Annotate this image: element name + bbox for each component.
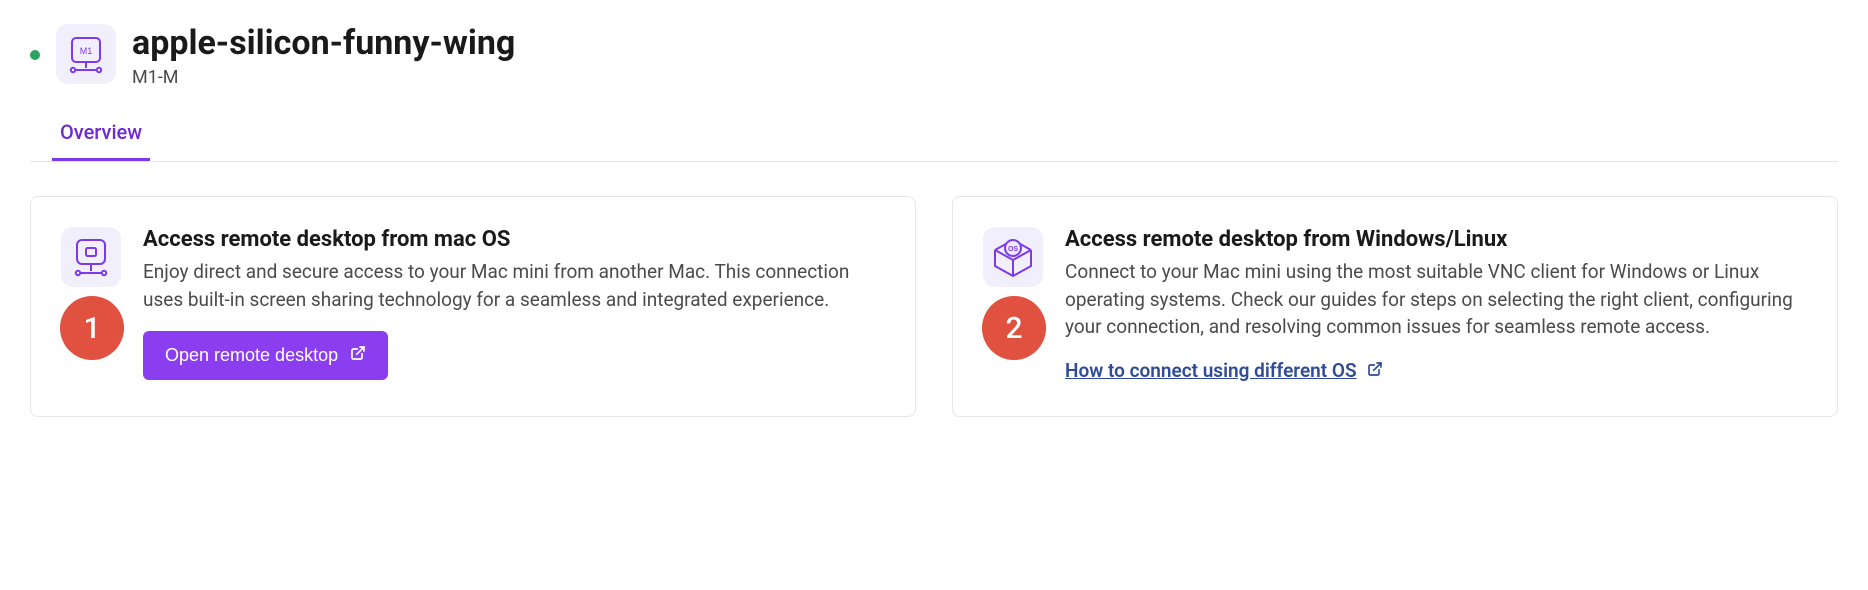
instance-header: M1 apple-silicon-funny-wing M1-M [30,24,1838,88]
how-to-connect-link[interactable]: How to connect using different OS [1065,359,1383,382]
step-badge-1: 1 [60,296,124,360]
card-other-desc: Connect to your Mac mini using the most … [1065,258,1807,341]
tab-overview[interactable]: Overview [52,120,150,161]
card-other-body: Access remote desktop from Windows/Linux… [1065,227,1807,382]
instance-subtitle: M1-M [132,67,515,88]
status-dot-icon [30,50,40,60]
instance-type-icon: M1 [56,24,116,84]
open-remote-desktop-button[interactable]: Open remote desktop [143,331,388,380]
svg-text:OS: OS [1008,246,1018,253]
tab-bar: Overview [30,120,1838,162]
mac-mini-icon [61,227,121,287]
svg-text:M1: M1 [80,46,93,56]
card-mac-title: Access remote desktop from mac OS [143,227,885,252]
card-other-os-access: 2 OS Access remote desktop from Windows/… [952,196,1838,417]
instance-title-block: apple-silicon-funny-wing M1-M [132,24,515,88]
os-box-icon: OS [983,227,1043,287]
instance-title: apple-silicon-funny-wing [132,24,515,63]
card-mac-body: Access remote desktop from mac OS Enjoy … [143,227,885,380]
external-link-icon [350,345,366,366]
external-link-icon [1367,359,1383,382]
card-other-title: Access remote desktop from Windows/Linux [1065,227,1807,252]
card-mac-access: 1 Access remote desktop from mac OS Enjo… [30,196,916,417]
how-to-connect-label: How to connect using different OS [1065,359,1357,382]
open-remote-desktop-label: Open remote desktop [165,345,338,366]
cards-row: 1 Access remote desktop from mac OS Enjo… [30,196,1838,417]
step-badge-2: 2 [982,296,1046,360]
card-mac-desc: Enjoy direct and secure access to your M… [143,258,885,313]
